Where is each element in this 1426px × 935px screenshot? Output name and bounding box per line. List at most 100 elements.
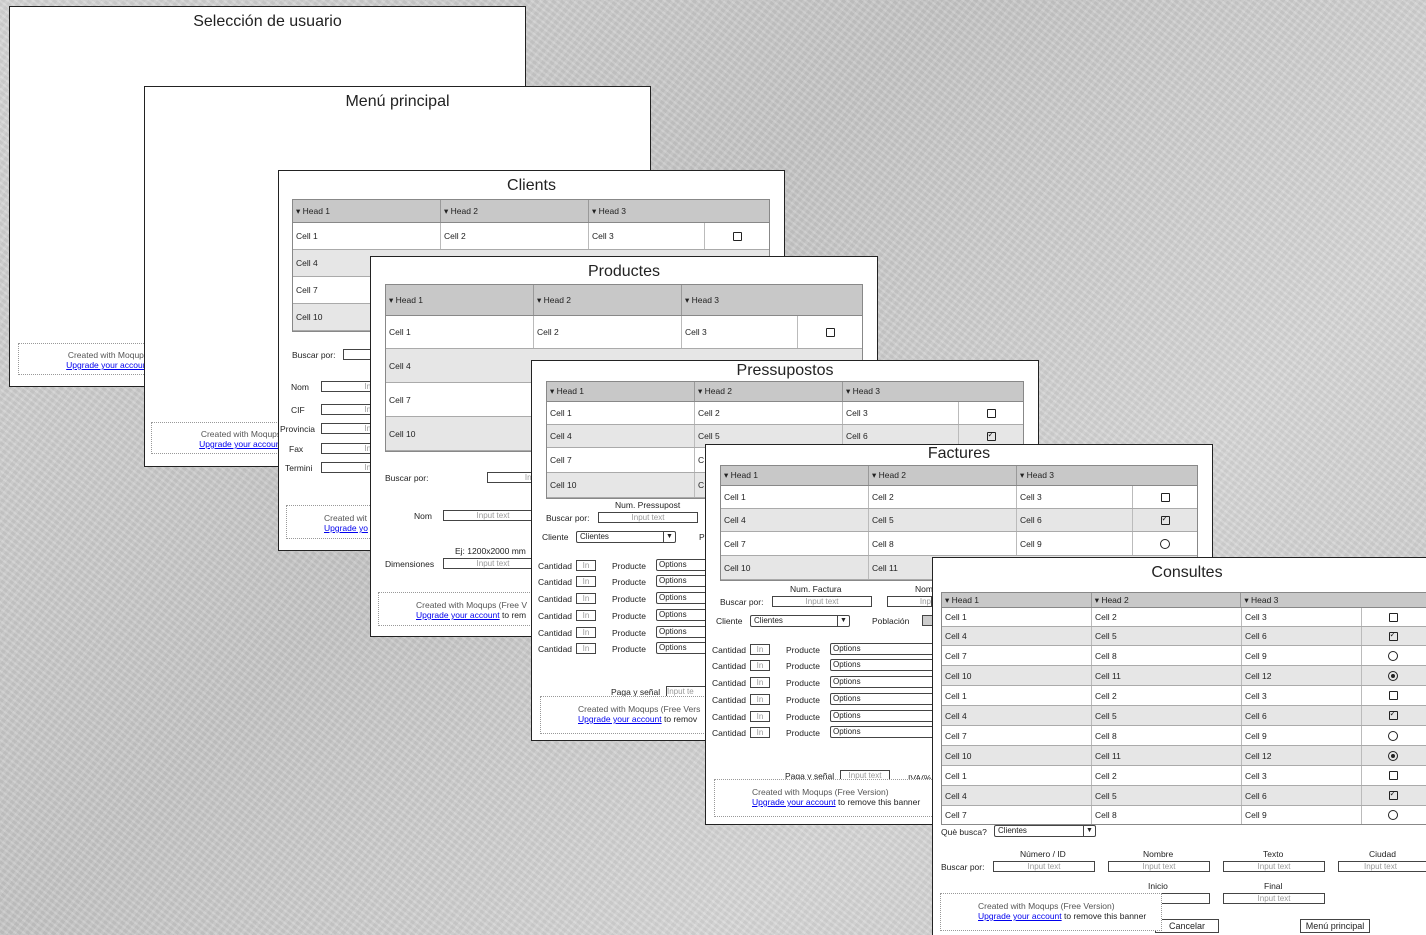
table-head[interactable]: ▾ Head 2 [534,285,682,315]
radio-button[interactable] [1160,538,1170,549]
table-head[interactable]: ▾ Head 1 [547,382,695,401]
table-head[interactable]: ▾ Head 1 [942,593,1092,607]
buscar-input-2[interactable]: Inp [887,596,932,607]
window-title: Clients [507,177,556,194]
radio-button-selected[interactable] [1388,750,1398,761]
menu-principal-button[interactable]: Menú principal [1300,919,1370,933]
table-head[interactable]: ▾ Head 2 [441,200,589,222]
col-label: Texto [1263,849,1284,859]
table-head[interactable]: ▾ Head 3 [589,200,769,222]
table-cell: Cell 2 [869,486,1017,508]
checkbox-checked[interactable] [1388,789,1398,800]
checkbox-checked[interactable] [1388,630,1398,641]
upgrade-link[interactable]: Upgrade your account [578,714,662,724]
buscar-label: Buscar por: [720,597,764,607]
producte-label: Producte [786,728,821,738]
partial-label: Pr [278,299,279,309]
table-cell: Cell 10 [547,473,695,497]
cantidad-label: Cantidad [712,695,747,705]
id-input[interactable]: Input text [993,861,1095,872]
checkbox-checked[interactable] [986,430,996,441]
table-cell: Cell 4 [942,786,1092,805]
producte-select[interactable]: Options [830,676,940,688]
cantidad-input[interactable]: In [750,711,770,722]
cantidad-input[interactable]: In [576,643,596,654]
radio-button[interactable] [1388,650,1398,661]
ciudad-input[interactable]: Input text [1338,861,1426,872]
table-cell: Cell 8 [869,532,1017,555]
upgrade-link[interactable]: Upgrade your account [978,911,1062,921]
table-cell: Cell 3 [682,316,798,348]
cantidad-input[interactable]: In [576,593,596,604]
checkbox-checked[interactable] [1388,709,1398,720]
select-value: Clientes [998,826,1027,835]
cantidad-input[interactable]: In [750,644,770,655]
table-cell: Cell 11 [1092,666,1242,685]
table-head[interactable]: ▾ Head 3 [1241,593,1426,607]
table-head[interactable]: ▾ Head 1 [293,200,441,222]
producte-select[interactable]: Options [830,659,940,671]
cantidad-input[interactable]: In [750,694,770,705]
table-head[interactable]: ▾ Head 2 [695,382,843,401]
radio-button-selected[interactable] [1388,670,1398,681]
checkbox[interactable] [1388,771,1398,780]
buscar-label: Buscar por: [941,862,985,872]
cantidad-label: Cantidad [538,611,573,621]
cantidad-label: Cantidad [538,561,573,571]
cantidad-input[interactable]: In [576,610,596,621]
table-cell: Cell 4 [942,627,1092,645]
upgrade-link[interactable]: Upgrade yo [324,523,368,533]
table-cell: Cell 8 [1092,726,1242,745]
cantidad-input[interactable]: In [750,660,770,671]
cantidad-input[interactable]: In [576,627,596,638]
cantidad-input[interactable]: In [576,576,596,587]
select-value: Clientes [754,616,783,625]
table-head[interactable]: ▾ Head 1 [721,466,869,485]
final-input[interactable]: Input text [1223,893,1325,904]
cancelar-button[interactable]: Cancelar [1155,919,1219,933]
field-label: Fax [289,444,304,454]
cliente-select[interactable]: Clientes ▼ [750,615,850,627]
cantidad-input[interactable]: In [750,727,770,738]
table-cell: Cell 3 [1017,486,1133,508]
texto-input[interactable]: Input text [1223,861,1325,872]
table-head[interactable]: ▾ Head 3 [843,382,1023,401]
table-cell: Cell 10 [721,556,869,579]
producte-select[interactable]: Options [830,693,940,705]
dim-input[interactable]: Input text [443,558,543,569]
cliente-select[interactable]: Clientes ▼ [576,531,676,543]
producte-select[interactable]: Options [830,710,940,722]
checkbox[interactable] [986,408,996,418]
buscar-input[interactable]: Inp [487,472,537,483]
checkbox-checked[interactable] [1160,514,1170,525]
nombre-input[interactable]: Input text [1108,861,1210,872]
checkbox[interactable] [732,231,742,241]
checkbox[interactable] [1388,612,1398,622]
table-cell: Cell 4 [547,425,695,447]
checkbox[interactable] [1160,492,1170,502]
upgrade-link[interactable]: Upgrade your account [199,439,283,449]
nom-input[interactable]: Input text [443,510,543,521]
buscar-input[interactable]: Input text [772,596,872,607]
cantidad-input[interactable]: In [576,560,596,571]
select-value: Clientes [580,532,609,541]
table-head[interactable]: ▾ Head 2 [1092,593,1242,607]
checkbox[interactable] [825,327,835,337]
table-head[interactable]: ▾ Head 2 [869,466,1017,485]
table-head[interactable]: ▾ Head 3 [1017,466,1197,485]
cantidad-input[interactable]: In [750,677,770,688]
upgrade-link[interactable]: Upgrade your account [66,360,150,370]
radio-button[interactable] [1388,810,1398,820]
upgrade-link[interactable]: Upgrade your account [416,610,500,620]
radio-button[interactable] [1388,730,1398,741]
que-select[interactable]: Clientes ▼ [994,825,1096,837]
producte-select[interactable]: Options [830,643,940,655]
table-head[interactable]: ▾ Head 1 [386,285,534,315]
upgrade-link[interactable]: Upgrade your account [752,797,836,807]
checkbox[interactable] [1388,691,1398,700]
producte-label: Producte [612,594,647,604]
moqups-banner: Created with Moqups (Free V Upgrade your… [378,592,538,626]
table-head[interactable]: ▾ Head 3 [682,285,862,315]
producte-select[interactable]: Options [830,726,940,738]
buscar-input[interactable]: Input text [598,512,698,523]
